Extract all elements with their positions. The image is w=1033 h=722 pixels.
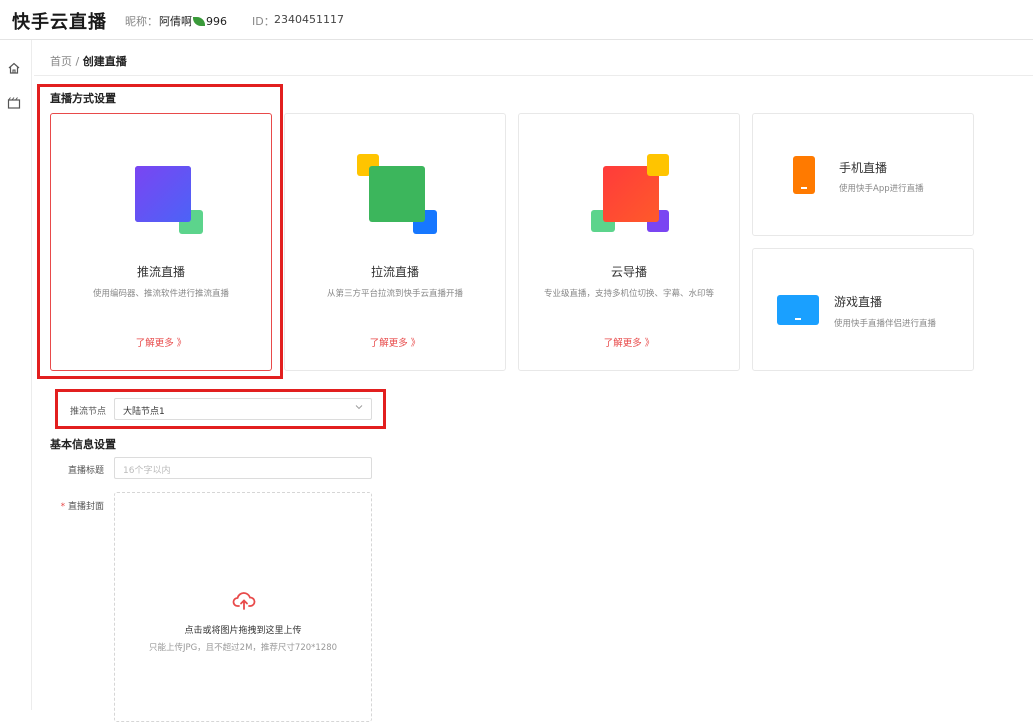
nickname-text-after: 996 bbox=[206, 15, 227, 28]
mobile-live-title: 手机直播 bbox=[839, 161, 888, 175]
chevron-down-icon bbox=[355, 405, 363, 410]
required-asterisk: * bbox=[60, 502, 66, 512]
breadcrumb: 首页 / 创建直播 bbox=[50, 53, 127, 69]
home-icon[interactable] bbox=[7, 61, 21, 75]
breadcrumb-divider bbox=[34, 75, 1033, 76]
basic-info-section-title: 基本信息设置 bbox=[50, 438, 116, 451]
highlight-box-push-stream bbox=[37, 84, 283, 379]
pull-stream-card[interactable]: 拉流直播 从第三方平台拉流到快手云直播开播 了解更多 》 bbox=[284, 113, 506, 371]
user-id-label: ID： bbox=[252, 15, 275, 28]
video-icon[interactable] bbox=[7, 96, 21, 110]
pull-stream-icon bbox=[369, 166, 425, 222]
cloud-upload-icon bbox=[232, 592, 256, 610]
game-live-desc: 使用快手直播伴侣进行直播 bbox=[834, 319, 937, 329]
game-screen-icon bbox=[777, 295, 819, 325]
cloud-director-desc: 专业级直播，支持多机位切换、字幕、水印等 bbox=[543, 289, 714, 299]
sidebar bbox=[0, 40, 32, 710]
pull-stream-title: 拉流直播 bbox=[370, 265, 419, 279]
upload-title: 点击或将图片拖拽到这里上传 bbox=[184, 626, 302, 636]
breadcrumb-home[interactable]: 首页 bbox=[50, 55, 72, 68]
upload-hint: 只能上传JPG，且不超过2M，推荐尺寸720*1280 bbox=[148, 643, 338, 653]
app-logo[interactable]: 快手云直播 bbox=[12, 8, 107, 34]
nickname: 阿倩啊 996 bbox=[159, 13, 227, 29]
cloud-director-icon-accent-top bbox=[647, 154, 669, 176]
cover-label: * 直播封面 bbox=[54, 499, 104, 512]
top-bar: 快手云直播 昵称： 阿倩啊 996 ID： 2340451117 bbox=[0, 0, 1033, 40]
phone-icon bbox=[793, 156, 815, 194]
user-id-value: 2340451117 bbox=[274, 13, 344, 26]
breadcrumb-separator: / bbox=[72, 55, 83, 68]
cloud-director-learn-more-link[interactable]: 了解更多 》 bbox=[519, 335, 739, 349]
game-live-title: 游戏直播 bbox=[834, 295, 883, 309]
cover-upload-area[interactable]: 点击或将图片拖拽到这里上传 只能上传JPG，且不超过2M，推荐尺寸720*128… bbox=[114, 492, 372, 722]
push-node-label: 推流节点 bbox=[69, 407, 106, 417]
nickname-label: 昵称： bbox=[125, 15, 158, 28]
breadcrumb-current: 创建直播 bbox=[82, 55, 127, 68]
cloud-director-card[interactable]: 云导播 专业级直播，支持多机位切换、字幕、水印等 了解更多 》 bbox=[518, 113, 740, 371]
leaf-icon bbox=[193, 17, 205, 26]
mobile-live-card[interactable]: 手机直播 使用快手App进行直播 bbox=[752, 113, 974, 236]
live-title-label: 直播标题 bbox=[67, 466, 104, 476]
push-node-value: 大陆节点1 bbox=[123, 407, 165, 417]
pull-stream-desc: 从第三方平台拉流到快手云直播开播 bbox=[326, 289, 463, 299]
game-live-card[interactable]: 游戏直播 使用快手直播伴侣进行直播 bbox=[752, 248, 974, 371]
push-node-select[interactable]: 大陆节点1 bbox=[114, 398, 372, 420]
nickname-text-before: 阿倩啊 bbox=[159, 15, 192, 28]
cover-label-text: 直播封面 bbox=[67, 502, 104, 512]
mobile-live-desc: 使用快手App进行直播 bbox=[839, 184, 924, 194]
pull-stream-learn-more-link[interactable]: 了解更多 》 bbox=[285, 335, 505, 349]
live-title-input[interactable]: 16个字以内 bbox=[114, 457, 372, 479]
cloud-director-title: 云导播 bbox=[610, 265, 647, 279]
